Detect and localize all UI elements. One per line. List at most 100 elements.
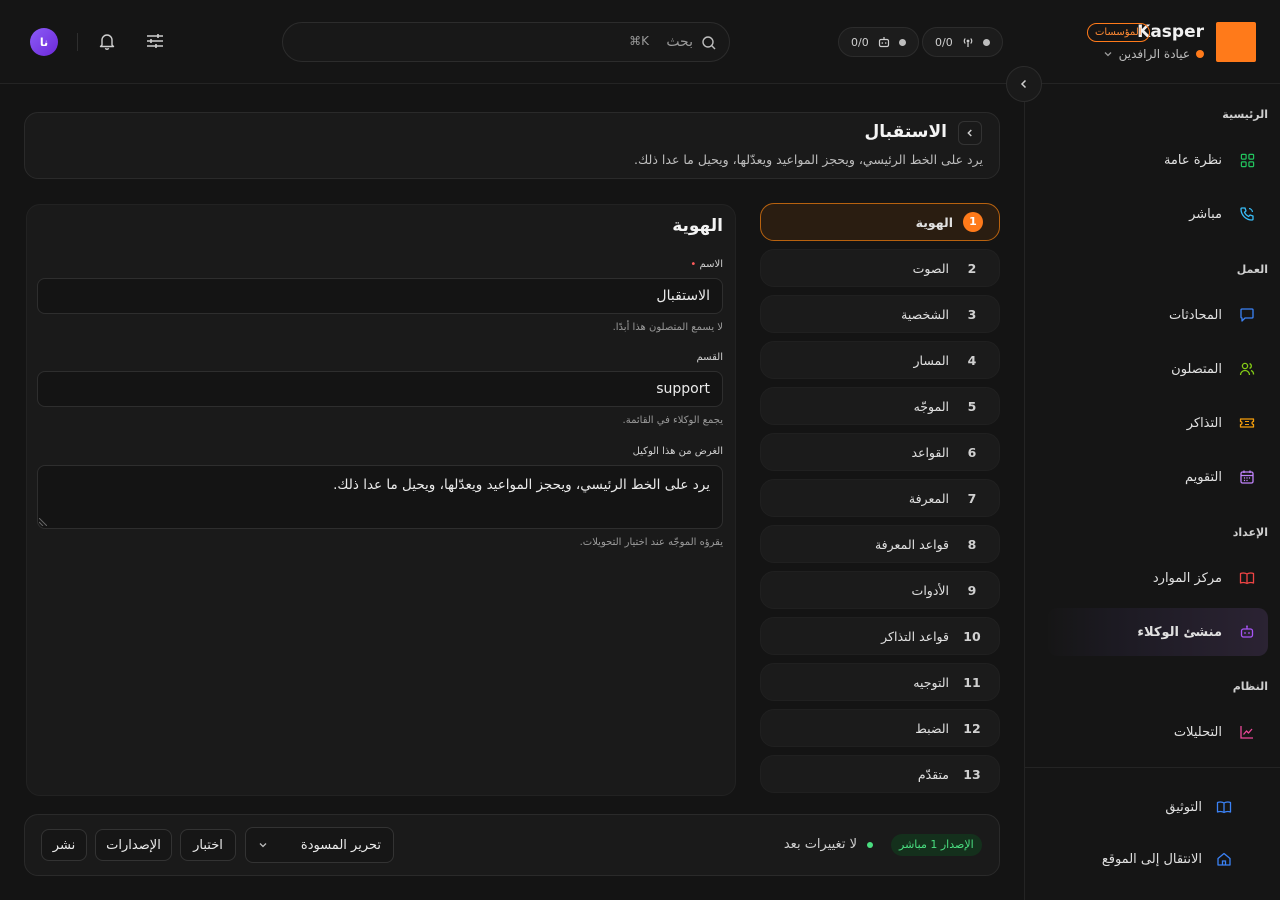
- search-input[interactable]: بحث ⌘K: [282, 22, 730, 62]
- settings-sliders-icon[interactable]: [145, 31, 165, 51]
- ticket-icon: [1238, 414, 1256, 432]
- book-icon: [1238, 569, 1256, 587]
- sidebar-item-label: المتصلون: [1171, 361, 1222, 377]
- required-marker: •: [690, 259, 697, 270]
- name-field[interactable]: الاستقبال: [37, 278, 723, 314]
- sidebar-item-overview[interactable]: نظرة عامة: [1048, 136, 1268, 184]
- sidebar-item-label: نظرة عامة: [1163, 152, 1222, 168]
- phone-icon: [1238, 205, 1256, 223]
- sidebar-item-tickets[interactable]: التذاكر: [1048, 399, 1268, 447]
- sidebar-item-agent-builder[interactable]: منشئ الوكلاء: [1048, 608, 1268, 656]
- sidebar-item-calendar[interactable]: التقويم: [1048, 453, 1268, 501]
- purpose-hint: يقرؤه الموجّه عند اختيار التحويلات.: [579, 537, 723, 548]
- step-ticket-rules[interactable]: 10 قواعد التذاكر: [760, 617, 1000, 655]
- department-hint: يجمع الوكلاء في القائمة.: [622, 415, 723, 426]
- step-tools[interactable]: 9 الأدوات: [760, 571, 1000, 609]
- sidebar-item-label: منشئ الوكلاء: [1137, 624, 1222, 640]
- step-tuning[interactable]: 12 الضبط: [760, 709, 1000, 747]
- sidebar-go-to-site-link[interactable]: الانتقال إلى الموقع: [1102, 851, 1232, 867]
- department-field[interactable]: support: [37, 371, 723, 407]
- go-to-site-label: الانتقال إلى الموقع: [1101, 851, 1202, 867]
- chevron-down-icon: [258, 840, 268, 850]
- section-label-system: النظام: [1232, 680, 1268, 693]
- sidebar-item-conversations[interactable]: المحادثات: [1048, 291, 1268, 339]
- sidebar-item-label: مباشر: [1189, 206, 1222, 222]
- versions-button[interactable]: الإصدارات: [95, 829, 172, 861]
- step-knowledge-bases[interactable]: 8 قواعد المعرفة: [760, 525, 1000, 563]
- calendar-icon: [1238, 468, 1256, 486]
- step-number: 7: [967, 490, 977, 506]
- step-label: المسار: [913, 352, 949, 368]
- search-shortcut: ⌘K: [629, 34, 649, 48]
- sidebar-item-label: التحليلات: [1173, 724, 1222, 740]
- version-badge: الإصدار 1 مباشر: [891, 834, 982, 856]
- step-number: 13: [963, 766, 981, 782]
- bell-icon[interactable]: [97, 31, 117, 51]
- step-label: الصوت: [912, 260, 949, 276]
- divider: [1025, 767, 1280, 768]
- step-label: القواعد: [911, 444, 949, 460]
- save-status-text: لا تغييرات بعد: [783, 837, 857, 852]
- name-hint: لا يسمع المتصلون هذا أبدًا.: [612, 322, 723, 333]
- step-number: 6: [967, 444, 977, 460]
- step-number: 12: [963, 720, 981, 736]
- sidebar-item-resource-center[interactable]: مركز الموارد: [1048, 554, 1268, 602]
- step-voice[interactable]: 2 الصوت: [760, 249, 1000, 287]
- step-number: 3: [967, 306, 977, 322]
- section-title: الهوية: [672, 216, 723, 236]
- step-label: متقدّم: [917, 766, 949, 782]
- section-label-work: العمل: [1236, 263, 1268, 276]
- chevron-down-icon: [1103, 49, 1113, 59]
- publish-button[interactable]: نشر: [41, 829, 87, 861]
- chart-icon: [1238, 723, 1256, 741]
- step-number: 1: [963, 212, 983, 232]
- book-open-icon: [1216, 799, 1232, 815]
- step-routing[interactable]: 11 التوجيه: [760, 663, 1000, 701]
- search-placeholder: بحث: [666, 34, 693, 50]
- sidebar-item-live[interactable]: مباشر: [1048, 190, 1268, 238]
- step-label: الضبط: [915, 720, 949, 736]
- step-advanced[interactable]: 13 متقدّم: [760, 755, 1000, 793]
- step-path[interactable]: 4 المسار: [760, 341, 1000, 379]
- back-button[interactable]: [958, 121, 982, 145]
- step-number: 8: [967, 536, 977, 552]
- calls-counter-pill[interactable]: 0/0: [922, 27, 1003, 57]
- sidebar-item-label: التقويم: [1184, 469, 1222, 485]
- chevron-left-icon: [965, 128, 975, 138]
- save-status: لا تغييرات بعد: [784, 837, 873, 852]
- brand-logo: [1216, 22, 1256, 62]
- draft-mode-select[interactable]: تحرير المسودة: [245, 827, 394, 863]
- org-name: عيادة الرافدين: [1118, 47, 1190, 61]
- robot-icon: [1238, 623, 1256, 641]
- docs-label: التوثيق: [1165, 799, 1202, 815]
- step-rules[interactable]: 6 القواعد: [760, 433, 1000, 471]
- sidebar-item-callers[interactable]: المتصلون: [1048, 345, 1268, 393]
- avatar[interactable]: نا: [30, 28, 58, 56]
- step-label: قواعد التذاكر: [881, 628, 949, 644]
- step-label: الشخصية: [901, 306, 949, 322]
- step-number: 10: [963, 628, 981, 644]
- resize-handle-icon[interactable]: [39, 518, 47, 526]
- step-label: الموجّه: [913, 398, 949, 414]
- purpose-label: الغرض من هذا الوكيل: [632, 446, 723, 457]
- step-identity[interactable]: 1 الهوية: [760, 203, 1000, 241]
- purpose-textarea[interactable]: يرد على الخط الرئيسي، ويحجز المواعيد ويع…: [37, 465, 723, 529]
- collapse-sidebar-button[interactable]: [1006, 66, 1042, 102]
- chat-icon: [1238, 306, 1256, 324]
- step-prompt[interactable]: 5 الموجّه: [760, 387, 1000, 425]
- sidebar-item-label: المحادثات: [1168, 307, 1222, 323]
- step-label: الأدوات: [911, 582, 949, 598]
- search-icon: [701, 35, 717, 51]
- step-number: 11: [963, 674, 981, 690]
- test-button[interactable]: اختبار: [180, 829, 236, 861]
- step-persona[interactable]: 3 الشخصية: [760, 295, 1000, 333]
- section-label-setup: الإعداد: [1232, 526, 1268, 539]
- step-number: 4: [967, 352, 977, 368]
- bot-icon: [877, 35, 891, 49]
- step-knowledge[interactable]: 7 المعرفة: [760, 479, 1000, 517]
- sidebar-item-analytics[interactable]: التحليلات: [1048, 708, 1268, 756]
- page-title: الاستقبال: [864, 122, 947, 142]
- sidebar-docs-link[interactable]: التوثيق: [1165, 799, 1232, 815]
- org-switcher[interactable]: عيادة الرافدين: [1103, 47, 1204, 61]
- agents-counter-pill[interactable]: 0/0: [838, 27, 919, 57]
